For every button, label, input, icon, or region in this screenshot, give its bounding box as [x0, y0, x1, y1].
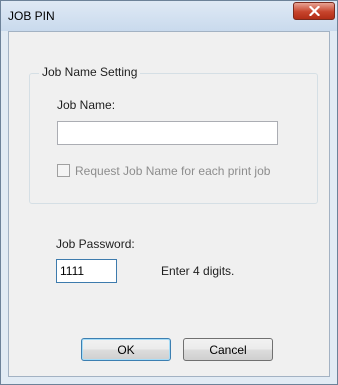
window-title: JOB PIN: [8, 9, 55, 23]
title-bar[interactable]: JOB PIN: [1, 1, 337, 31]
group-legend: Job Name Setting: [39, 65, 141, 79]
close-icon: [308, 6, 320, 16]
ok-button[interactable]: OK: [81, 338, 171, 361]
dialog-window: JOB PIN Job Name Setting Job Name: Reque…: [0, 0, 338, 385]
close-button[interactable]: [293, 2, 335, 20]
job-password-input[interactable]: [56, 259, 117, 283]
job-name-label: Job Name:: [57, 98, 116, 112]
job-password-label: Job Password:: [56, 237, 135, 251]
request-job-name-checkbox[interactable]: [57, 164, 70, 177]
cancel-button[interactable]: Cancel: [183, 338, 273, 361]
job-name-input[interactable]: [57, 121, 278, 145]
request-job-name-label: Request Job Name for each print job: [75, 164, 271, 178]
password-hint: Enter 4 digits.: [161, 264, 235, 278]
